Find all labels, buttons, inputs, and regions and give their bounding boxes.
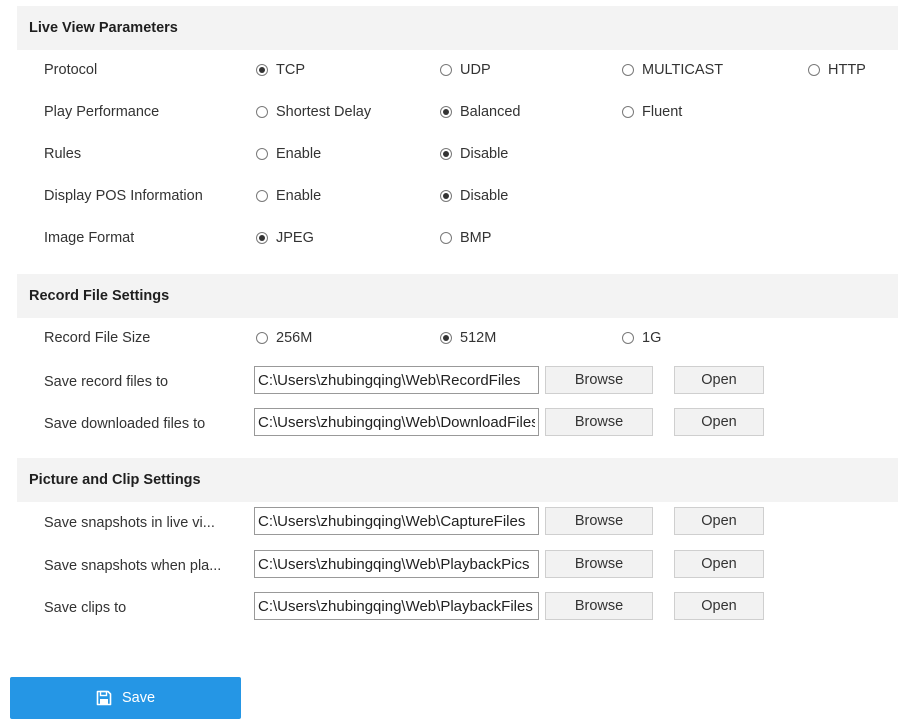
display-pos-label: Display POS Information — [44, 188, 203, 204]
section-header-picture-clip: Picture and Clip Settings — [17, 458, 898, 502]
record-file-size-label: Record File Size — [44, 330, 151, 346]
radio-unchecked-icon — [808, 64, 820, 76]
save-record-label: Save record files to — [44, 374, 169, 390]
rules-enable-radio[interactable]: Enable — [256, 139, 321, 169]
radio-checked-icon — [256, 232, 268, 244]
size-512m-radio[interactable]: 512M — [440, 323, 496, 353]
radio-checked-icon — [440, 190, 452, 202]
protocol-http-radio[interactable]: HTTP — [808, 55, 866, 85]
radio-checked-icon — [440, 106, 452, 118]
image-format-label: Image Format — [44, 230, 135, 246]
radio-unchecked-icon — [622, 106, 634, 118]
save-button-label: Save — [121, 690, 156, 706]
radio-unchecked-icon — [622, 64, 634, 76]
image-format-row: Image Format JPEG BMP — [0, 223, 898, 253]
radio-unchecked-icon — [256, 106, 268, 118]
save-snapshots-play-row: Save snapshots when pla... Browse Open — [0, 550, 898, 580]
floppy-disk-icon — [96, 690, 112, 706]
radio-unchecked-icon — [256, 190, 268, 202]
play-performance-row: Play Performance Shortest Delay Balanced… — [0, 97, 898, 127]
play-balanced-radio[interactable]: Balanced — [440, 97, 520, 127]
save-downloaded-browse-button[interactable]: Browse — [545, 408, 653, 436]
display-pos-row: Display POS Information Enable Disable — [0, 181, 898, 211]
save-snapshots-live-label: Save snapshots in live vi... — [44, 515, 215, 531]
rules-disable-radio[interactable]: Disable — [440, 139, 508, 169]
save-button[interactable]: Save — [10, 677, 241, 719]
radio-checked-icon — [440, 148, 452, 160]
save-record-row: Save record files to Browse Open — [0, 366, 898, 396]
section-header-live-view: Live View Parameters — [17, 6, 898, 50]
save-clips-open-button[interactable]: Open — [674, 592, 764, 620]
save-snapshots-live-row: Save snapshots in live vi... Browse Open — [0, 507, 898, 537]
radio-checked-icon — [256, 64, 268, 76]
rules-row: Rules Enable Disable — [0, 139, 898, 169]
protocol-row: Protocol TCP UDP MULTICAST HTTP — [0, 55, 898, 85]
play-fluent-radio[interactable]: Fluent — [622, 97, 682, 127]
radio-unchecked-icon — [256, 148, 268, 160]
save-snapshots-live-browse-button[interactable]: Browse — [545, 507, 653, 535]
protocol-multicast-radio[interactable]: MULTICAST — [622, 55, 723, 85]
save-downloaded-open-button[interactable]: Open — [674, 408, 764, 436]
save-clips-path-input[interactable] — [254, 592, 539, 620]
save-clips-row: Save clips to Browse Open — [0, 592, 898, 622]
protocol-label: Protocol — [44, 62, 98, 78]
save-clips-label: Save clips to — [44, 600, 127, 616]
format-jpeg-radio[interactable]: JPEG — [256, 223, 314, 253]
section-header-record-file: Record File Settings — [17, 274, 898, 318]
save-downloaded-row: Save downloaded files to Browse Open — [0, 408, 898, 438]
save-clips-browse-button[interactable]: Browse — [545, 592, 653, 620]
record-file-size-row: Record File Size 256M 512M 1G — [0, 323, 898, 353]
format-bmp-radio[interactable]: BMP — [440, 223, 491, 253]
radio-unchecked-icon — [440, 232, 452, 244]
save-snapshots-live-path-input[interactable] — [254, 507, 539, 535]
save-record-open-button[interactable]: Open — [674, 366, 764, 394]
save-snapshots-play-path-input[interactable] — [254, 550, 539, 578]
save-downloaded-path-input[interactable] — [254, 408, 539, 436]
radio-unchecked-icon — [622, 332, 634, 344]
save-snapshots-live-open-button[interactable]: Open — [674, 507, 764, 535]
pos-enable-radio[interactable]: Enable — [256, 181, 321, 211]
save-record-path-input[interactable] — [254, 366, 539, 394]
protocol-udp-radio[interactable]: UDP — [440, 55, 491, 85]
play-performance-label: Play Performance — [44, 104, 160, 120]
save-snapshots-play-browse-button[interactable]: Browse — [545, 550, 653, 578]
protocol-tcp-radio[interactable]: TCP — [256, 55, 305, 85]
size-256m-radio[interactable]: 256M — [256, 323, 312, 353]
radio-checked-icon — [440, 332, 452, 344]
size-1g-radio[interactable]: 1G — [622, 323, 661, 353]
radio-unchecked-icon — [440, 64, 452, 76]
save-snapshots-play-label: Save snapshots when pla... — [44, 558, 222, 574]
save-record-browse-button[interactable]: Browse — [545, 366, 653, 394]
pos-disable-radio[interactable]: Disable — [440, 181, 508, 211]
rules-label: Rules — [44, 146, 82, 162]
save-downloaded-label: Save downloaded files to — [44, 416, 206, 432]
save-snapshots-play-open-button[interactable]: Open — [674, 550, 764, 578]
play-shortest-delay-radio[interactable]: Shortest Delay — [256, 97, 371, 127]
radio-unchecked-icon — [256, 332, 268, 344]
